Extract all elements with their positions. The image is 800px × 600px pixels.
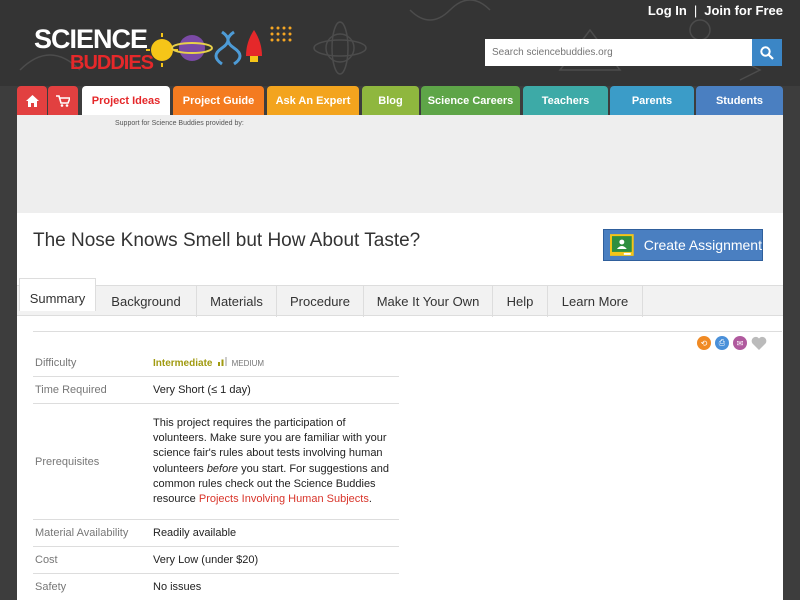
share-tools: ⟲ ⎙ ✉ <box>697 336 767 350</box>
tab-procedure[interactable]: Procedure <box>277 285 364 317</box>
tab-summary[interactable]: Summary <box>19 278 96 311</box>
time-value: Very Short (≤ 1 day) <box>153 384 251 396</box>
nav-project-ideas[interactable]: Project Ideas <box>82 86 170 115</box>
summary-row-material: Material Availability Readily available <box>33 520 399 547</box>
prerequisites-value: This project requires the participation … <box>153 416 393 507</box>
cart-icon <box>56 94 70 107</box>
tab-learn-more[interactable]: Learn More <box>548 285 643 317</box>
prereq-text-end: . <box>368 493 372 506</box>
search-bar <box>485 39 782 66</box>
summary-row-time: Time Required Very Short (≤ 1 day) <box>33 377 399 404</box>
difficulty-bars-icon <box>217 357 227 366</box>
page-title: The Nose Knows Smell but How About Taste… <box>33 230 421 251</box>
nav-students[interactable]: Students <box>696 86 783 115</box>
project-tabs: Summary Background Materials Procedure M… <box>17 278 783 317</box>
sponsor-area: Support for Science Buddies provided by: <box>17 115 783 213</box>
tab-materials[interactable]: Materials <box>197 285 277 317</box>
summary-row-prerequisites: Prerequisites This project requires the … <box>33 404 399 520</box>
human-subjects-link[interactable]: Projects Involving Human Subjects <box>199 493 369 505</box>
create-assignment-button[interactable]: Create Assignment <box>603 229 763 261</box>
tab-help[interactable]: Help <box>493 285 548 317</box>
nav-parents[interactable]: Parents <box>610 86 694 115</box>
login-link[interactable]: Log In <box>648 3 687 18</box>
difficulty-value: Intermediate MEDIUM <box>153 357 264 369</box>
safety-value: No issues <box>153 581 202 593</box>
search-icon <box>760 45 774 60</box>
nav-blog[interactable]: Blog <box>362 86 419 115</box>
cost-label: Cost <box>35 554 58 566</box>
sponsor-label: Support for Science Buddies provided by: <box>115 120 244 127</box>
print-icon[interactable]: ⎙ <box>715 336 729 350</box>
summary-row-cost: Cost Very Low (under $20) <box>33 547 399 574</box>
logo-text-buddies: BUDDIES <box>70 52 154 74</box>
share-icon[interactable]: ⟲ <box>697 336 711 350</box>
search-input[interactable] <box>485 39 752 66</box>
join-link[interactable]: Join for Free <box>704 3 783 18</box>
tab-background[interactable]: Background <box>96 285 197 317</box>
nav-science-careers[interactable]: Science Careers <box>421 86 520 115</box>
material-label: Material Availability <box>35 527 129 539</box>
email-icon[interactable]: ✉ <box>733 336 747 350</box>
nav-cart[interactable] <box>48 86 78 115</box>
summary-row-safety: Safety No issues <box>33 574 399 600</box>
project-summary-table: Difficulty Intermediate MEDIUM Time Requ… <box>33 349 399 600</box>
safety-label: Safety <box>35 581 67 593</box>
difficulty-scale: MEDIUM <box>231 359 265 368</box>
site-header: Log In | Join for Free SCIENCE BUDDIES <box>0 0 800 86</box>
create-assignment-label: Create Assignment <box>643 237 762 253</box>
nav-ask-an-expert[interactable]: Ask An Expert <box>267 86 359 115</box>
logo-science-icons <box>146 26 292 67</box>
summary-row-difficulty: Difficulty Intermediate MEDIUM <box>33 349 399 377</box>
prerequisites-label: Prerequisites <box>35 456 100 468</box>
difficulty-label: Difficulty <box>35 357 77 369</box>
difficulty-level: Intermediate <box>153 358 213 369</box>
account-links: Log In | Join for Free <box>648 3 783 18</box>
prereq-text-italic: before <box>206 462 239 475</box>
link-separator: | <box>693 3 698 18</box>
nav-project-guide[interactable]: Project Guide <box>173 86 264 115</box>
content-divider <box>33 331 782 332</box>
content-page: Support for Science Buddies provided by:… <box>17 115 783 600</box>
time-label: Time Required <box>35 384 107 396</box>
tab-make-it-your-own[interactable]: Make It Your Own <box>364 285 493 317</box>
material-value: Readily available <box>153 527 237 539</box>
search-button[interactable] <box>752 39 782 66</box>
home-icon <box>25 94 39 107</box>
nav-teachers[interactable]: Teachers <box>523 86 608 115</box>
nav-home[interactable] <box>17 86 47 115</box>
logo-text-science: SCIENCE <box>34 24 148 54</box>
favorite-heart-icon[interactable] <box>751 336 767 350</box>
google-classroom-icon <box>610 234 634 256</box>
cost-value: Very Low (under $20) <box>153 554 259 566</box>
main-nav: Project Ideas Project Guide Ask An Exper… <box>17 86 783 115</box>
